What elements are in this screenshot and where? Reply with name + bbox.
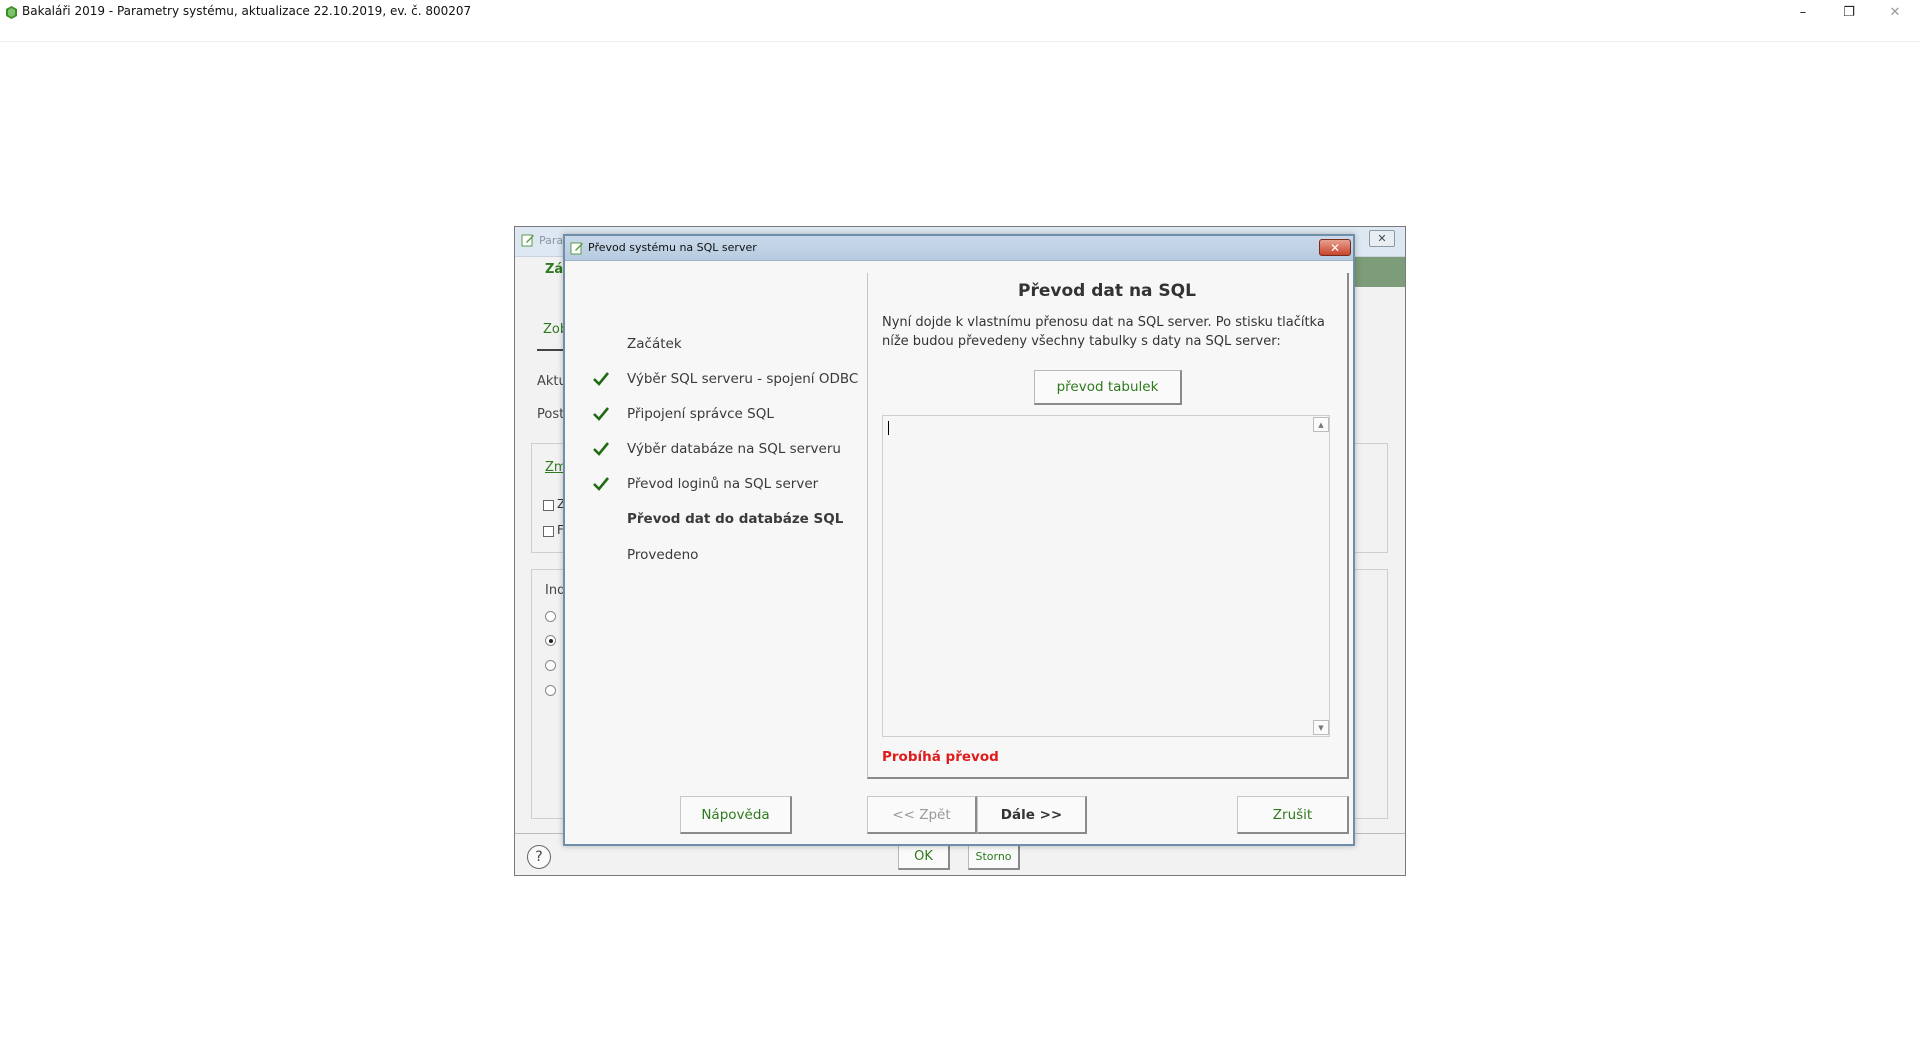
wizard-step-label: Připojení správce SQL <box>627 406 774 422</box>
parameters-radio-selected[interactable] <box>545 635 556 646</box>
scroll-down-button[interactable]: ▼ <box>1313 720 1329 735</box>
content-heading: Převod dat na SQL <box>1018 281 1196 301</box>
checkmark-icon <box>589 439 613 459</box>
status-text: Probíhá převod <box>882 749 999 765</box>
storno-button[interactable]: Storno <box>968 844 1020 870</box>
step-status-icon <box>589 509 613 529</box>
sql-conversion-wizard: Převod systému na SQL server ✕ Začátek V… <box>563 234 1355 846</box>
wizard-step: Výběr databáze na SQL serveru <box>589 439 841 459</box>
wizard-step-label: Provedeno <box>627 547 699 563</box>
wizard-step-label: Převod dat do databáze SQL <box>627 511 844 527</box>
cancel-button[interactable]: Zrušit <box>1237 796 1349 834</box>
checkmark-icon <box>589 369 613 389</box>
wizard-close-button[interactable]: ✕ <box>1319 239 1351 256</box>
triangle-down-icon: ▼ <box>1318 723 1324 732</box>
ok-button[interactable]: OK <box>898 844 950 870</box>
close-icon: ✕ <box>1889 4 1901 20</box>
wizard-steps: Začátek Výběr SQL serveru - spojení ODBC… <box>565 261 867 777</box>
back-button[interactable]: << Zpět <box>867 796 977 834</box>
step-status-icon <box>589 334 613 354</box>
checkmark-icon <box>589 404 613 424</box>
edit-window-icon <box>570 242 583 255</box>
parameters-checkbox[interactable] <box>543 526 554 537</box>
wizard-titlebar: Převod systému na SQL server ✕ <box>565 236 1353 261</box>
next-button[interactable]: Dále >> <box>977 796 1087 834</box>
close-icon: ✕ <box>1377 232 1387 245</box>
scroll-up-button[interactable]: ▲ <box>1313 417 1329 432</box>
triangle-up-icon: ▲ <box>1318 420 1324 429</box>
parameters-close-button[interactable]: ✕ <box>1369 230 1395 247</box>
wizard-step-label: Výběr SQL serveru - spojení ODBC <box>627 371 859 387</box>
restore-button[interactable]: ❐ <box>1826 0 1872 24</box>
wizard-step-label: Převod loginů na SQL server <box>627 476 819 492</box>
wizard-step-label: Výběr databáze na SQL serveru <box>627 441 841 457</box>
close-button[interactable]: ✕ <box>1872 0 1918 24</box>
wizard-step: Začátek <box>589 334 682 354</box>
wizard-content-panel: Převod dat na SQL Nyní dojde k vlastnímu… <box>867 273 1349 779</box>
wizard-step-label: Začátek <box>627 336 682 352</box>
log-textarea[interactable]: ▲ ▼ <box>882 415 1330 737</box>
wizard-step: Převod loginů na SQL server <box>589 474 818 494</box>
close-icon: ✕ <box>1329 240 1341 255</box>
transfer-tables-button[interactable]: převod tabulek <box>1034 370 1182 405</box>
wizard-title: Převod systému na SQL server <box>588 241 757 254</box>
wizard-step: Připojení správce SQL <box>589 404 774 424</box>
parameters-radio[interactable] <box>545 611 556 622</box>
app-titlebar: Bakaláři 2019 - Parametry systému, aktua… <box>0 0 1920 42</box>
parameters-checkbox[interactable] <box>543 500 554 511</box>
content-description: Nyní dojde k vlastnímu přenosu dat na SQ… <box>882 315 1325 349</box>
app-title: Bakaláři 2019 - Parametry systému, aktua… <box>22 4 472 18</box>
step-status-icon <box>589 545 613 565</box>
checkmark-icon <box>589 474 613 494</box>
parameters-label-post: Post <box>537 407 565 422</box>
help-button[interactable]: Nápověda <box>680 796 792 834</box>
text-cursor <box>888 421 889 435</box>
bakalari-logo-icon <box>6 6 17 19</box>
wizard-step-current: Převod dat do databáze SQL <box>589 509 843 529</box>
minimize-icon: – <box>1799 4 1807 20</box>
restore-icon: ❐ <box>1843 4 1855 20</box>
parameters-window-title: Para <box>539 234 564 247</box>
edit-window-icon <box>521 234 534 247</box>
wizard-step: Výběr SQL serveru - spojení ODBC <box>589 369 858 389</box>
wizard-step: Provedeno <box>589 545 698 565</box>
parameters-radio[interactable] <box>545 685 556 696</box>
minimize-button[interactable]: – <box>1780 0 1826 24</box>
parameters-radio[interactable] <box>545 660 556 671</box>
help-circle-icon[interactable]: ? <box>527 845 551 869</box>
